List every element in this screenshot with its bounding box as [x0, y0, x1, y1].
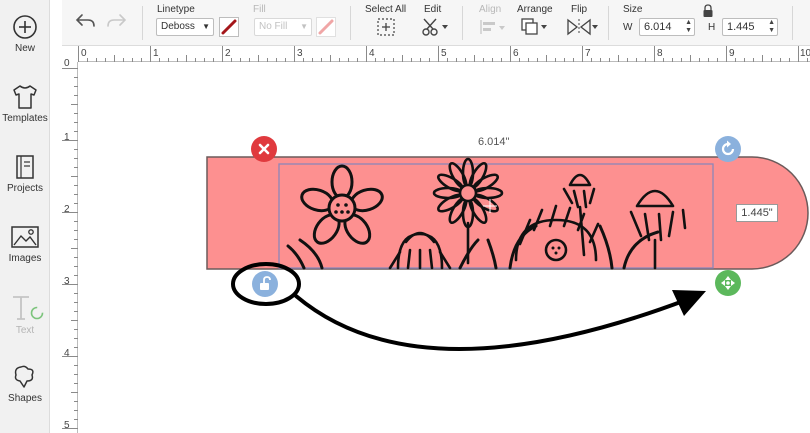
delete-handle[interactable]: [251, 136, 277, 162]
rotate-handle[interactable]: [715, 136, 741, 162]
close-icon: [258, 143, 270, 155]
move-arrows-icon: [721, 276, 735, 290]
width-dimension-label: 6.014": [478, 136, 510, 148]
canvas-artwork: [206, 156, 809, 351]
height-dimension-label: 1.445": [736, 204, 778, 222]
resize-handle[interactable]: [715, 270, 741, 296]
design-space-app: New Templates Projects Images Text Shape…: [0, 0, 810, 433]
pink-banner-shape[interactable]: [206, 156, 809, 270]
lock-proportions-handle[interactable]: [252, 271, 278, 297]
unlock-icon: [260, 276, 271, 290]
rotate-icon: [721, 140, 735, 156]
annotation-arrow: [294, 294, 688, 351]
